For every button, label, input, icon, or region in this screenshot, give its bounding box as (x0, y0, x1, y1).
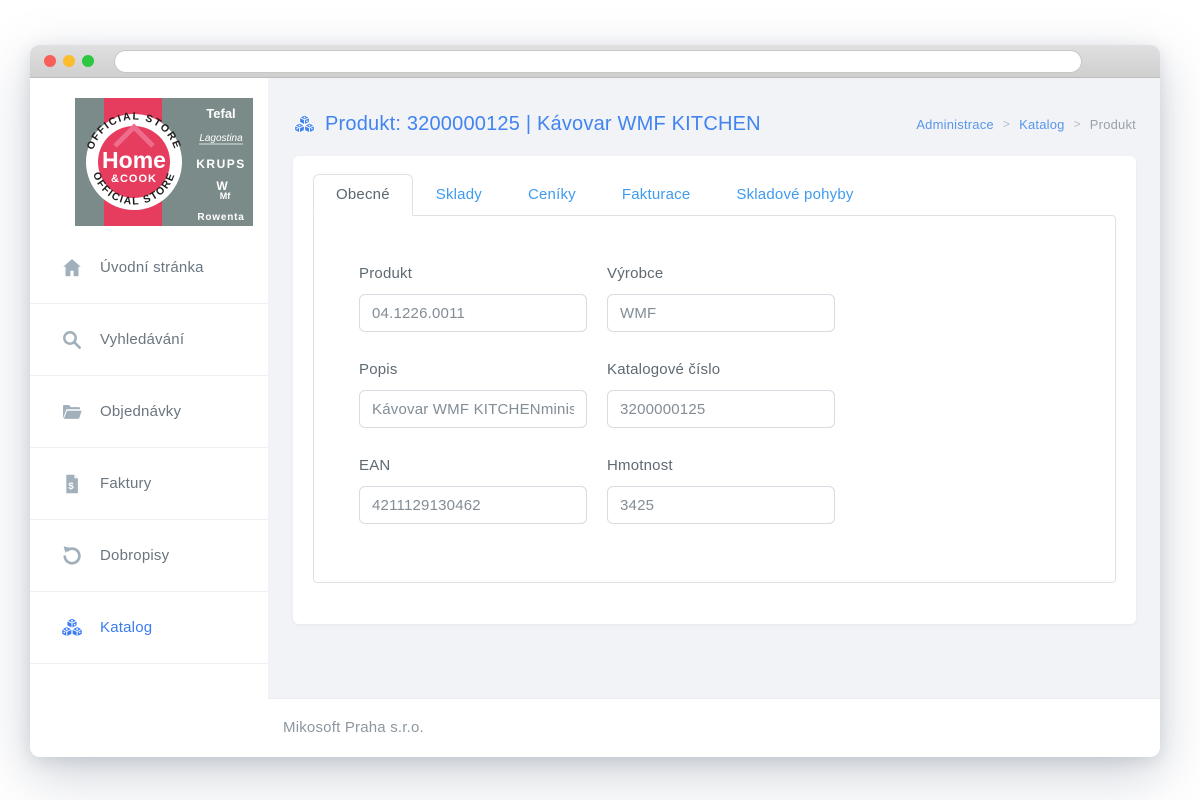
invoice-icon: $ (66, 474, 78, 493)
app-footer: Mikosoft Praha s.r.o. (268, 698, 1160, 756)
field-produkt: Produkt (359, 262, 587, 332)
sidebar-item-faktury[interactable]: $ Faktury (30, 448, 268, 520)
sidebar-menu: Úvodní stránka Vyhledávání Objednávky $ … (30, 232, 268, 664)
store-logo: OFFICIAL STORE OFFICIAL STORE Home &COOK… (75, 98, 253, 226)
field-label: Hmotnost (607, 457, 673, 474)
svg-text:$: $ (68, 481, 74, 492)
breadcrumb: Administrace > Katalog > Produkt (916, 117, 1136, 132)
product-card: Obecné Sklady Ceníky Fakturace Skladové … (293, 156, 1136, 624)
minimize-window-button[interactable] (63, 55, 75, 67)
breadcrumb-separator: > (1002, 117, 1011, 131)
window-controls (44, 55, 94, 67)
field-label: EAN (359, 457, 391, 474)
page-header: Produkt: 3200000125 | Kávovar WMF KITCHE… (293, 102, 1136, 146)
katalogove-cislo-input[interactable] (607, 390, 835, 428)
home-and-cook-logo-image: OFFICIAL STORE OFFICIAL STORE Home &COOK… (75, 98, 253, 226)
close-window-button[interactable] (44, 55, 56, 67)
cubes-icon (61, 617, 83, 637)
produkt-input[interactable] (359, 294, 587, 332)
field-label: Popis (359, 361, 398, 378)
breadcrumb-separator: > (1073, 117, 1081, 131)
browser-chrome (30, 45, 1160, 78)
brand-lagostina: Lagostina (199, 133, 243, 144)
tab-obecne[interactable]: Obecné (313, 174, 413, 216)
field-label: Katalogové číslo (607, 361, 721, 378)
sidebar-item-label: Dobropisy (100, 547, 170, 564)
breadcrumb-current: Produkt (1089, 116, 1136, 132)
logo-cook-text: &COOK (111, 173, 157, 185)
brand-tefal: Tefal (206, 106, 235, 121)
folder-open-icon (63, 404, 82, 419)
brand-rowenta: Rowenta (197, 212, 244, 223)
main-area: Produkt: 3200000125 | Kávovar WMF KITCHE… (268, 78, 1160, 756)
ean-input[interactable] (359, 486, 587, 524)
sidebar-item-objednavky[interactable]: Objednávky (30, 376, 268, 448)
zoom-window-button[interactable] (82, 55, 94, 67)
browser-window: OFFICIAL STORE OFFICIAL STORE Home &COOK… (30, 45, 1160, 757)
sidebar-item-label: Objednávky (100, 403, 182, 420)
sidebar-item-label: Úvodní stránka (100, 259, 204, 276)
sidebar-item-label: Katalog (100, 619, 153, 636)
field-popis: Popis (359, 358, 587, 428)
logo-home-text: Home (102, 147, 166, 173)
page-title: Produkt: 3200000125 | Kávovar WMF KITCHE… (293, 113, 761, 136)
sidebar-item-label: Vyhledávání (100, 331, 185, 348)
field-label: Produkt (359, 265, 413, 282)
app-body: OFFICIAL STORE OFFICIAL STORE Home &COOK… (30, 78, 1160, 756)
field-vyrobce: Výrobce (607, 262, 835, 332)
tab-ceniky[interactable]: Ceníky (505, 174, 599, 216)
field-hmotnost: Hmotnost (607, 454, 835, 524)
address-bar-input[interactable] (114, 49, 1082, 73)
cubes-icon (294, 114, 315, 133)
tab-sklady[interactable]: Sklady (413, 174, 505, 216)
product-form: Produkt Výrobce Popis (359, 262, 1115, 524)
breadcrumb-link-administrace[interactable]: Administrace (916, 117, 994, 132)
popis-input[interactable] (359, 390, 587, 428)
hmotnost-input[interactable] (607, 486, 835, 524)
field-ean: EAN (359, 454, 587, 524)
product-tabs: Obecné Sklady Ceníky Fakturace Skladové … (313, 174, 1116, 216)
footer-company-text: Mikosoft Praha s.r.o. (283, 719, 424, 736)
sidebar-item-vyhledavani[interactable]: Vyhledávání (30, 304, 268, 376)
home-icon (63, 258, 81, 276)
vyrobce-input[interactable] (607, 294, 835, 332)
sidebar-item-katalog[interactable]: Katalog (30, 592, 268, 664)
brand-krups: KRUPS (196, 157, 246, 171)
sidebar-item-uvodni-stranka[interactable]: Úvodní stránka (30, 232, 268, 304)
content-area: Produkt: 3200000125 | Kávovar WMF KITCHE… (268, 78, 1160, 698)
breadcrumb-link-katalog[interactable]: Katalog (1019, 117, 1065, 132)
tab-skladove-pohyby[interactable]: Skladové pohyby (713, 174, 876, 216)
page-title-text: Produkt: 3200000125 | Kávovar WMF KITCHE… (325, 112, 761, 135)
sidebar: OFFICIAL STORE OFFICIAL STORE Home &COOK… (30, 78, 268, 756)
sidebar-item-label: Faktury (100, 475, 152, 492)
tab-fakturace[interactable]: Fakturace (599, 174, 714, 216)
undo-icon (63, 545, 81, 565)
search-icon (63, 330, 81, 349)
brand-wmf-mf: Mf (220, 191, 231, 201)
field-katalogove-cislo: Katalogové číslo (607, 358, 835, 428)
tab-panel-obecne: Produkt Výrobce Popis (313, 215, 1116, 583)
field-label: Výrobce (607, 265, 664, 282)
sidebar-item-dobropisy[interactable]: Dobropisy (30, 520, 268, 592)
